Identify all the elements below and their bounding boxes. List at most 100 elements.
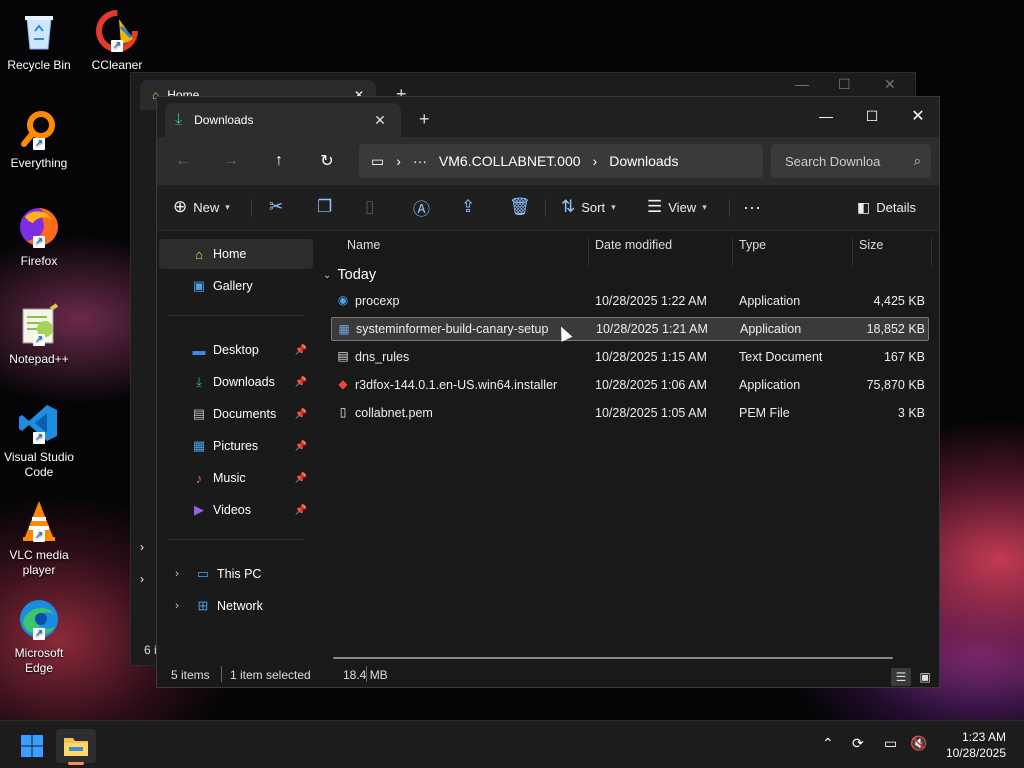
download-icon: ⤓: [196, 374, 202, 389]
file-explorer-window[interactable]: ⤓ Downloads ✕ + — ☐ ✕ ← → ↑ ↻ ▭ › ··· VM…: [156, 96, 940, 688]
refresh-icon[interactable]: ↻: [313, 147, 341, 175]
column-header-date[interactable]: Date modified: [595, 238, 672, 252]
back-arrow-icon[interactable]: ←: [169, 147, 197, 175]
rename-icon: Ⓐ: [413, 199, 430, 219]
network-monitor-icon[interactable]: ▭: [884, 735, 897, 752]
copy-icon: ❐: [317, 197, 333, 216]
minimize-button[interactable]: —: [803, 101, 849, 131]
column-header-type[interactable]: Type: [739, 238, 766, 252]
sync-alert-icon[interactable]: ⟳: [852, 735, 864, 752]
computer-icon: ▭: [196, 566, 210, 581]
desktop-icon-notepad-plus-plus[interactable]: ↗ Notepad++: [0, 302, 79, 367]
new-tab-button[interactable]: +: [419, 109, 430, 130]
sidebar-item-network[interactable]: › ⊞ Network: [159, 591, 313, 621]
clock[interactable]: 1:23 AM 10/28/2025: [946, 729, 1006, 761]
up-arrow-icon[interactable]: ↑: [265, 147, 293, 175]
horizontal-scrollbar[interactable]: [333, 657, 893, 659]
desktop-icon-recycle-bin[interactable]: Recycle Bin: [0, 8, 79, 73]
view-button[interactable]: ☰ View ▾: [647, 193, 707, 221]
file-row[interactable]: ◉ procexp 10/28/2025 1:22 AM Application…: [331, 289, 929, 313]
column-divider[interactable]: [732, 238, 733, 266]
file-row[interactable]: ▤ dns_rules 10/28/2025 1:15 AM Text Docu…: [331, 345, 929, 369]
maximize-button[interactable]: ☐: [849, 101, 895, 131]
background-status-text: 6 i: [144, 643, 157, 657]
start-button[interactable]: [12, 729, 52, 763]
sidebar-item-gallery[interactable]: ▣ Gallery: [159, 271, 313, 301]
share-button[interactable]: ⇪: [461, 193, 481, 221]
sidebar-item-videos[interactable]: ▶ Videos 📌: [159, 495, 313, 525]
chevron-right-icon[interactable]: ›: [169, 598, 185, 614]
pin-icon[interactable]: 📌: [295, 441, 307, 452]
sidebar-item-downloads[interactable]: ⤓ Downloads 📌: [159, 367, 313, 397]
breadcrumb-segment[interactable]: Downloads: [609, 153, 678, 169]
chevron-up-icon[interactable]: ⌃: [822, 735, 834, 752]
desktop-icon-everything[interactable]: ↗ Everything: [0, 106, 79, 171]
details-view-icon[interactable]: ☰: [891, 668, 911, 686]
tab-downloads[interactable]: ⤓ Downloads ✕: [165, 103, 401, 137]
column-divider[interactable]: [852, 238, 853, 266]
title-bar: ⤓ Downloads ✕ + — ☐ ✕: [157, 97, 939, 137]
file-date: 10/28/2025 1:06 AM: [595, 378, 707, 392]
pin-icon[interactable]: 📌: [295, 505, 307, 516]
ellipsis-icon[interactable]: ···: [413, 153, 427, 169]
toolbar-divider: [729, 199, 730, 217]
sidebar-item-this-pc[interactable]: › ▭ This PC: [159, 559, 313, 589]
taskbar-file-explorer[interactable]: [56, 729, 96, 765]
sidebar-item-pictures[interactable]: ▦ Pictures 📌: [159, 431, 313, 461]
share-icon: ⇪: [461, 197, 476, 216]
copy-button[interactable]: ❐: [317, 193, 338, 221]
file-row-selected[interactable]: ▦ systeminformer-build-canary-setup 10/2…: [331, 317, 929, 341]
file-icon: ▯: [339, 405, 347, 419]
forward-arrow-icon[interactable]: →: [217, 147, 245, 175]
address-bar[interactable]: ▭ › ··· VM6.COLLABNET.000 › Downloads: [359, 144, 763, 178]
sidebar-item-desktop[interactable]: ▬ Desktop 📌: [159, 335, 313, 365]
paste-button[interactable]: ▯: [365, 193, 380, 221]
file-row[interactable]: ◆ r3dfox-144.0.1.en-US.win64.installer 1…: [331, 373, 929, 397]
file-date: 10/28/2025 1:21 AM: [596, 322, 708, 336]
file-row[interactable]: ▯ collabnet.pem 10/28/2025 1:05 AM PEM F…: [331, 401, 929, 425]
toolbar-divider: [545, 199, 546, 217]
close-tab-icon[interactable]: ✕: [369, 112, 391, 129]
column-divider[interactable]: [931, 238, 932, 266]
pin-icon[interactable]: 📌: [295, 345, 307, 356]
column-divider[interactable]: [588, 238, 589, 266]
delete-button[interactable]: 🗑: [509, 193, 537, 221]
tiles-view-icon[interactable]: ▣: [915, 668, 935, 686]
close-button[interactable]: ✕: [895, 101, 941, 131]
pin-icon[interactable]: 📌: [295, 473, 307, 484]
rename-button[interactable]: Ⓐ: [413, 193, 436, 221]
chevron-down-icon: ▾: [702, 201, 707, 212]
chevron-right-icon[interactable]: ›: [140, 540, 144, 554]
chevron-right-icon[interactable]: ›: [169, 566, 185, 582]
column-header-row: Name Date modified Type Size: [317, 231, 939, 266]
pin-icon[interactable]: 📌: [295, 409, 307, 420]
group-header-today[interactable]: ⌄ Today: [323, 267, 376, 283]
breadcrumb-segment[interactable]: VM6.COLLABNET.000: [439, 153, 581, 169]
desktop-icon-firefox[interactable]: ↗ Firefox: [0, 204, 79, 269]
close-icon[interactable]: ✕: [884, 76, 896, 93]
cut-button[interactable]: ✂: [269, 193, 289, 221]
column-header-name[interactable]: Name: [347, 238, 380, 252]
sidebar-item-music[interactable]: ♪ Music 📌: [159, 463, 313, 493]
maximize-icon[interactable]: ☐: [838, 76, 851, 93]
sort-button[interactable]: ⇅ Sort ▾: [561, 193, 616, 221]
search-input[interactable]: Search Downloa ⌕: [771, 144, 931, 178]
desktop-icon-ccleaner[interactable]: ↗ CCleaner: [77, 8, 157, 73]
desktop-icon-vlc[interactable]: ↗ VLC media player: [0, 498, 79, 578]
new-button[interactable]: ⊕ New ▾: [173, 193, 230, 221]
speaker-muted-icon[interactable]: 🔇: [910, 735, 927, 752]
desktop-icon-vscode[interactable]: ↗ Visual Studio Code: [0, 400, 79, 480]
trash-icon: 🗑: [509, 197, 531, 216]
details-button[interactable]: ◧ Details: [857, 193, 916, 221]
more-options-button[interactable]: ···: [743, 193, 761, 221]
desktop-icon-edge[interactable]: ↗ Microsoft Edge: [0, 596, 79, 676]
column-header-size[interactable]: Size: [859, 238, 883, 252]
recycle-bin-icon: [16, 8, 62, 54]
toolbar-divider: [251, 199, 252, 217]
chevron-right-icon[interactable]: ›: [140, 572, 144, 586]
pin-icon[interactable]: 📌: [295, 377, 307, 388]
sidebar-item-home[interactable]: ⌂ Home: [159, 239, 313, 269]
status-divider: [366, 666, 367, 682]
minimize-icon[interactable]: —: [795, 76, 809, 92]
sidebar-item-documents[interactable]: ▤ Documents 📌: [159, 399, 313, 429]
